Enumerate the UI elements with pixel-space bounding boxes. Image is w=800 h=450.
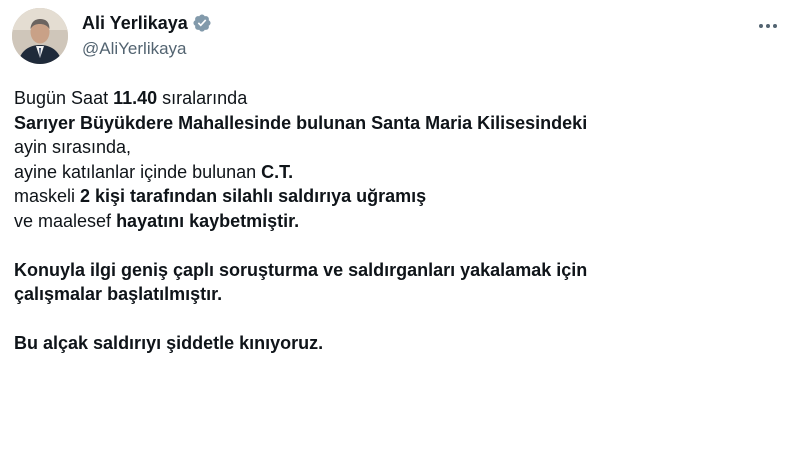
tweet-line: çalışmalar başlatılmıştır. xyxy=(14,284,223,304)
tweet-line: maskeli 2 kişi tarafından silahlı saldır… xyxy=(14,184,784,209)
text-segment: sıralarında xyxy=(157,88,248,108)
initials-bold: C.T. xyxy=(261,161,294,182)
text-bold: 2 kişi tarafından silahlı saldırıya uğra… xyxy=(80,186,427,206)
display-name[interactable]: Ali Yerlikaya xyxy=(82,12,188,34)
tweet: Ali Yerlikaya @AliYerlikaya Bugün Saat 1… xyxy=(0,0,800,450)
tweet-header: Ali Yerlikaya @AliYerlikaya xyxy=(12,8,788,64)
text-bold: hayatını kaybetmiştir. xyxy=(116,210,300,231)
tweet-line: ayine katılanlar içinde bulunan C.T. xyxy=(14,160,784,185)
text-segment: ve maalesef xyxy=(14,210,117,231)
text-segment: Bugün Saat xyxy=(14,88,114,108)
tweet-line: Sarıyer Büyükdere Mahallesinde bulunan S… xyxy=(14,112,588,133)
tweet-line: ve maalesef hayatını kaybetmiştir. xyxy=(14,209,784,234)
time-bold: 11.40 xyxy=(113,88,158,108)
tweet-text: Bugün Saat 11.40 sıralarında Sarıyer Büy… xyxy=(14,86,784,356)
name-row: Ali Yerlikaya xyxy=(82,12,212,34)
profile-photo-icon xyxy=(12,8,68,64)
tweet-line: Bugün Saat 11.40 sıralarında xyxy=(14,86,784,111)
text-segment: ayine katılanlar içinde bulunan xyxy=(14,161,262,182)
verified-badge-icon xyxy=(192,13,212,33)
tweet-line: Bu alçak saldırıyı şiddetle kınıyoruz. xyxy=(14,333,324,353)
tweet-line: Konuyla ilgi geniş çaplı soruşturma ve s… xyxy=(14,259,588,280)
more-options-icon[interactable] xyxy=(756,14,780,38)
author-names: Ali Yerlikaya @AliYerlikaya xyxy=(82,12,212,60)
text-segment: maskeli xyxy=(14,186,81,206)
tweet-line: ayin sırasında, xyxy=(14,137,132,157)
avatar[interactable] xyxy=(12,8,68,64)
handle[interactable]: @AliYerlikaya xyxy=(82,38,212,60)
